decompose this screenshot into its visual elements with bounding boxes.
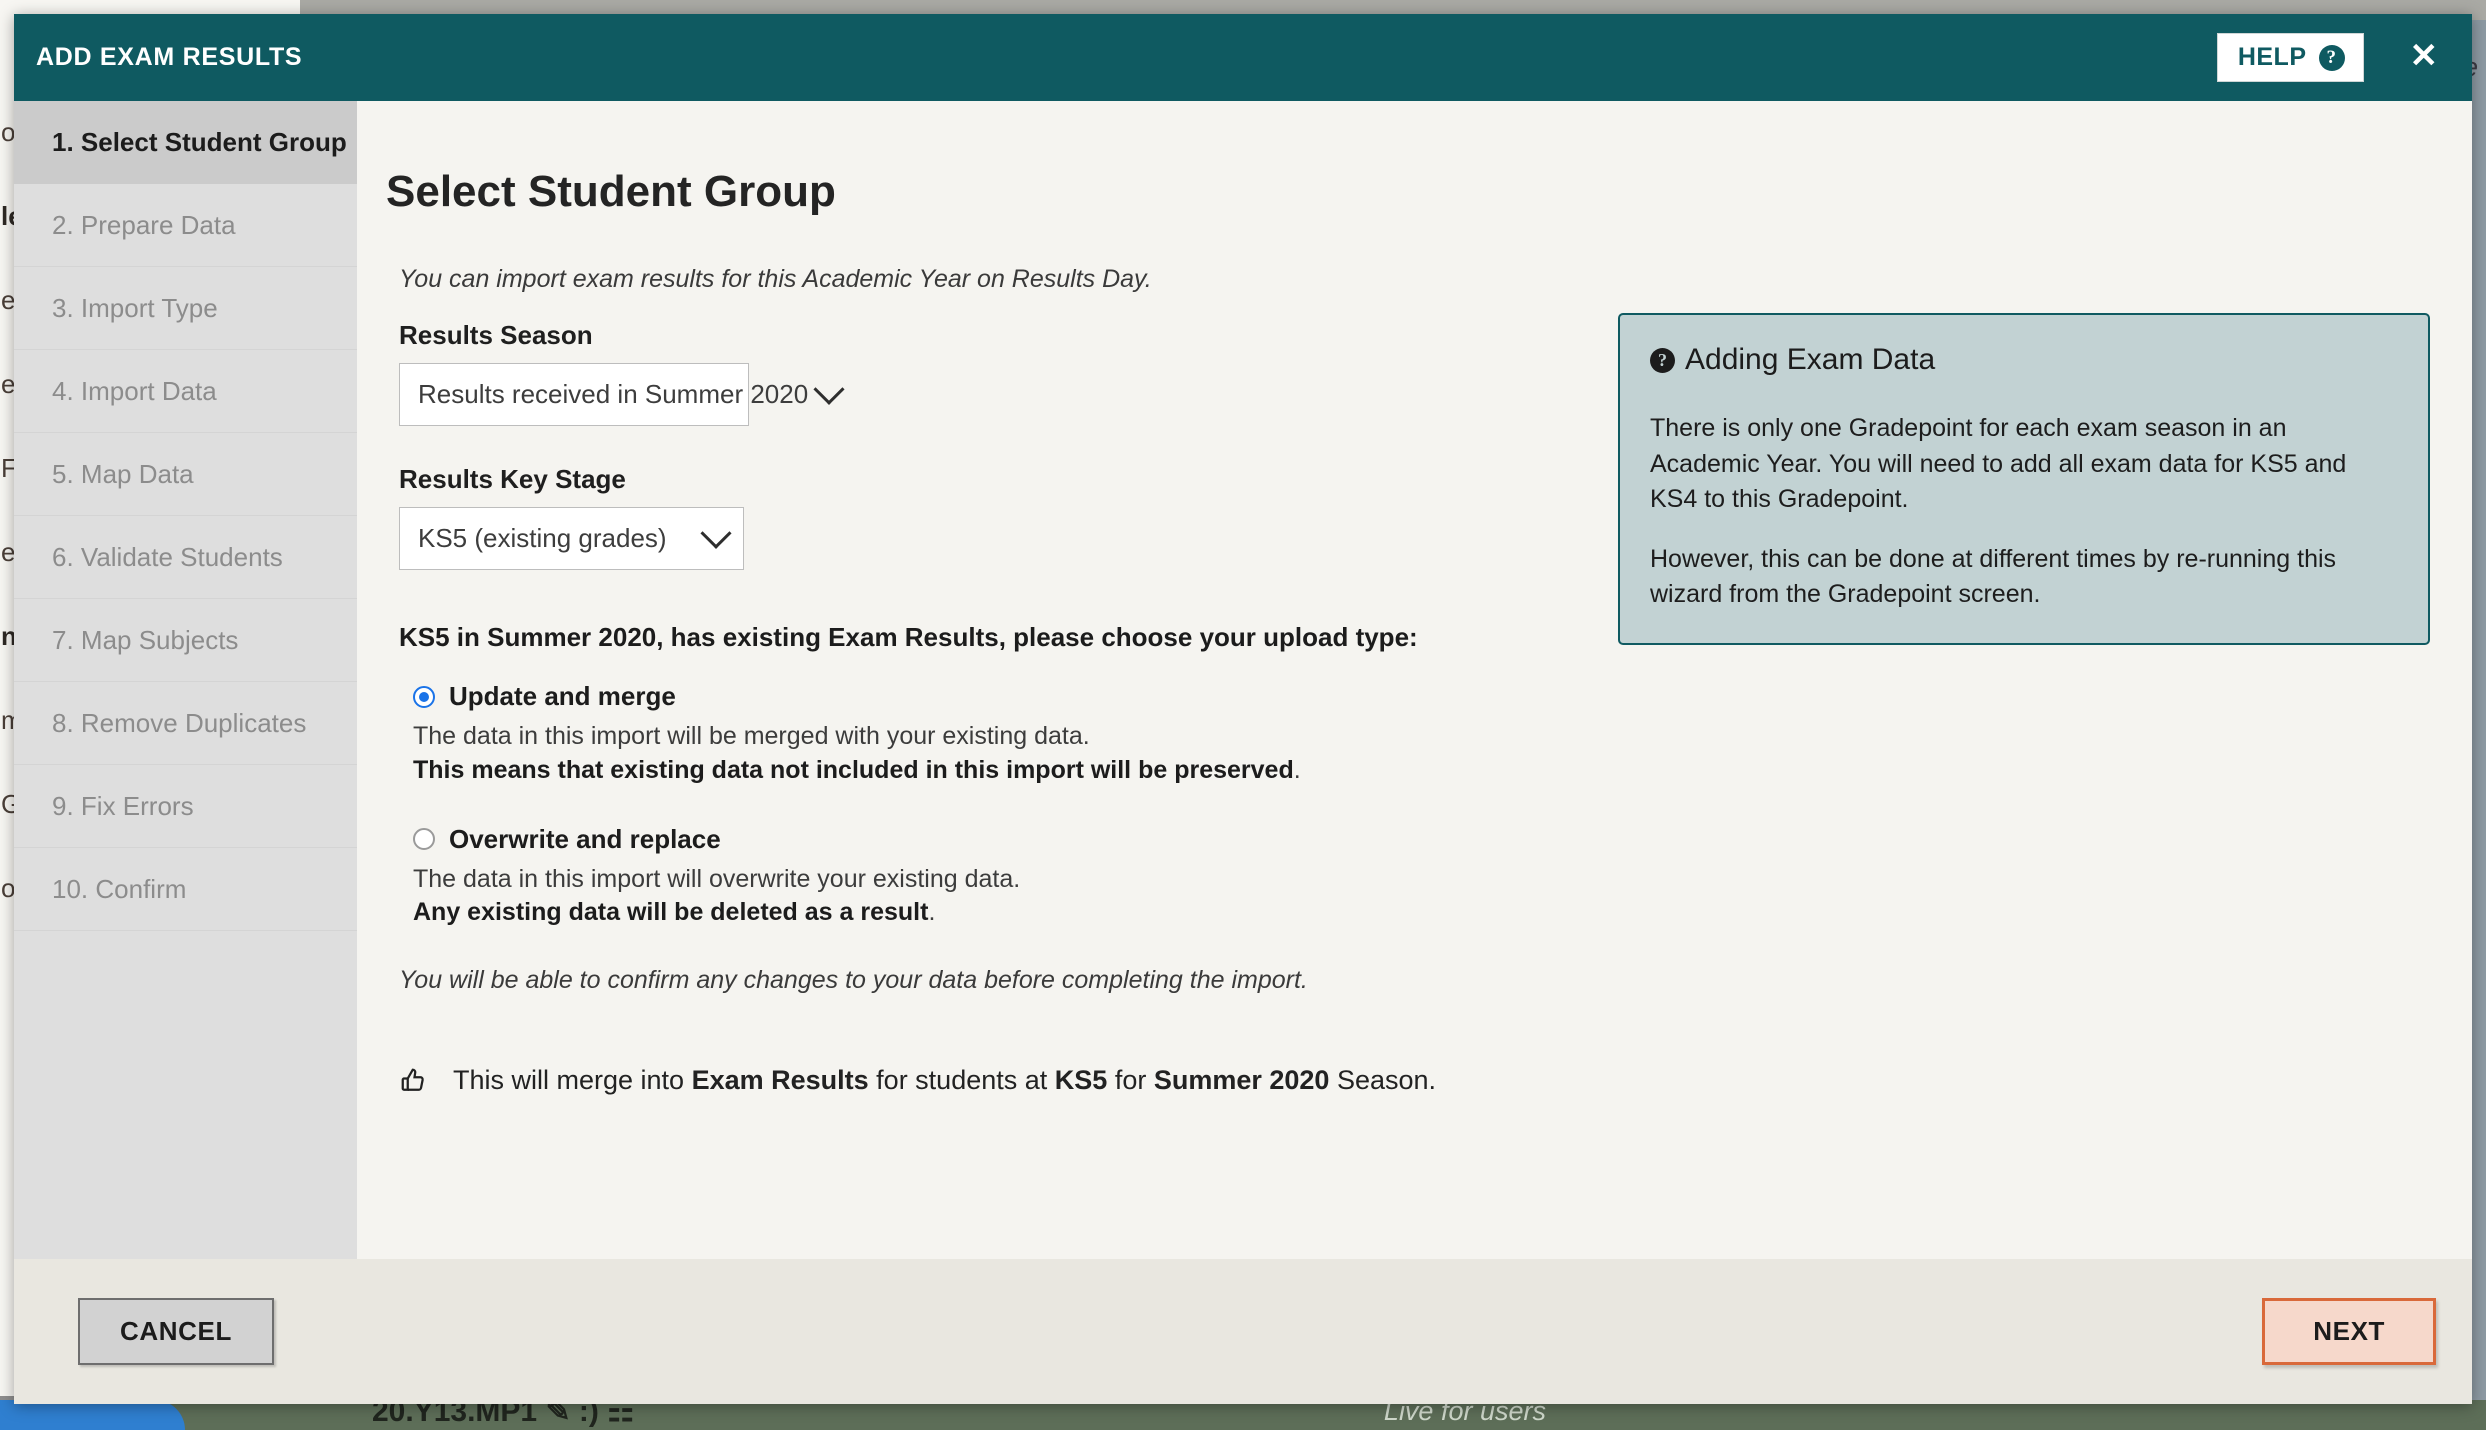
sidebar-step-label: 1. Select Student Group	[52, 126, 347, 157]
background-bottom-bar: 20.Y13.MP1 ✎ :) ☷ Live for users	[0, 1395, 2486, 1430]
upload-option-description-normal: The data in this import will overwrite y…	[413, 864, 1021, 893]
upload-option-description-tail: .	[1293, 755, 1301, 784]
radio-overwrite-and-replace-label[interactable]: Overwrite and replace	[449, 824, 721, 855]
next-button[interactable]: NEXT	[2262, 1298, 2436, 1365]
help-button-label: HELP	[2237, 43, 2307, 71]
merge-summary-bold3: Summer 2020	[1153, 1065, 1330, 1095]
modal-title: ADD EXAM RESULTS	[36, 43, 303, 71]
radio-overwrite-and-replace[interactable]	[413, 828, 435, 850]
merge-summary-text: This will merge into Exam Results for st…	[453, 1065, 1436, 1096]
intro-note: You can import exam results for this Aca…	[399, 265, 1152, 293]
sidebar-step-label: 6. Validate Students	[52, 541, 283, 572]
sidebar-step-6[interactable]: 6. Validate Students	[14, 516, 357, 599]
sidebar-step-label: 4. Import Data	[52, 375, 217, 406]
sidebar-step-label: 5. Map Data	[52, 458, 194, 489]
sidebar-step-4[interactable]: 4. Import Data	[14, 350, 357, 433]
info-panel-title: ? Adding Exam Data	[1650, 343, 2398, 377]
results-key-stage-label: Results Key Stage	[399, 464, 626, 494]
confirm-note: You will be able to confirm any changes …	[399, 966, 1308, 994]
results-season-select[interactable]: Results received in Summer 2020	[399, 363, 845, 426]
merge-summary-part4: Season.	[1329, 1065, 1437, 1095]
upload-option-description-tail: .	[928, 898, 936, 927]
sidebar-step-7[interactable]: 7. Map Subjects	[14, 599, 357, 682]
thumbs-up-icon	[401, 1068, 424, 1091]
upload-option-description-bold: Any existing data will be deleted as a r…	[413, 898, 929, 927]
radio-update-and-merge-label[interactable]: Update and merge	[449, 681, 676, 712]
sidebar-step-label: 8. Remove Duplicates	[52, 707, 307, 738]
merge-summary-part1: This will merge into	[453, 1065, 692, 1095]
sidebar-step-label: 9. Fix Errors	[52, 790, 194, 821]
info-panel-paragraph-2: However, this can be done at different t…	[1650, 544, 2337, 609]
close-icon[interactable]: ✕	[2394, 39, 2455, 77]
modal-footer: CANCEL NEXT	[14, 1259, 2472, 1404]
add-exam-results-modal: ADD EXAM RESULTS HELP ? ✕ 1. Select Stud…	[14, 14, 2472, 1404]
page-title: Select Student Group	[386, 167, 836, 216]
info-panel-paragraph-1: There is only one Gradepoint for each ex…	[1650, 414, 2347, 513]
sidebar-step-10[interactable]: 10. Confirm	[14, 848, 357, 931]
sidebar-step-label: 2. Prepare Data	[52, 209, 236, 240]
background-bottom-accent	[0, 1400, 185, 1430]
merge-summary-bold2: KS5	[1054, 1065, 1108, 1095]
main-content-pane: Select Student Group You can import exam…	[357, 101, 2472, 1259]
results-key-stage-value: KS5 (existing grades)	[418, 523, 667, 553]
merge-summary-part3: for	[1107, 1065, 1154, 1095]
sidebar-step-1[interactable]: 1. Select Student Group	[14, 101, 357, 184]
radio-update-and-merge[interactable]	[413, 685, 435, 708]
upload-option-row[interactable]: Update and merge	[399, 681, 1579, 712]
results-season-label: Results Season	[399, 320, 593, 350]
results-season-value: Results received in Summer 2020	[418, 379, 809, 409]
sidebar-step-5[interactable]: 5. Map Data	[14, 433, 357, 516]
question-circle-icon: ?	[2318, 44, 2345, 71]
upload-type-question: KS5 in Summer 2020, has existing Exam Re…	[399, 622, 1418, 652]
modal-header: ADD EXAM RESULTS HELP ? ✕	[14, 14, 2472, 101]
chevron-down-icon	[700, 517, 732, 549]
sidebar-step-9[interactable]: 9. Fix Errors	[14, 765, 357, 848]
results-key-stage-select[interactable]: KS5 (existing grades)	[399, 507, 744, 570]
upload-option-description-bold: This means that existing data not includ…	[413, 755, 1294, 784]
wizard-steps-sidebar: 1. Select Student Group 2. Prepare Data …	[14, 101, 357, 1259]
sidebar-step-8[interactable]: 8. Remove Duplicates	[14, 682, 357, 765]
merge-summary-part2: for students at	[868, 1065, 1055, 1095]
upload-option-description: The data in this import will be merged w…	[413, 720, 1579, 788]
sidebar-step-2[interactable]: 2. Prepare Data	[14, 184, 357, 267]
chevron-down-icon	[813, 373, 845, 405]
merge-summary: This will merge into Exam Results for st…	[399, 1065, 1579, 1096]
help-button[interactable]: HELP ?	[2216, 33, 2364, 82]
modal-header-actions: HELP ? ✕	[2216, 33, 2455, 82]
cancel-button[interactable]: CANCEL	[78, 1298, 274, 1365]
upload-option-overwrite-replace: Overwrite and replace The data in this i…	[399, 824, 1579, 931]
upload-option-description: The data in this import will overwrite y…	[413, 863, 1579, 931]
sidebar-step-3[interactable]: 3. Import Type	[14, 267, 357, 350]
form-column: You can import exam results for this Aca…	[399, 265, 1579, 1096]
info-panel: ? Adding Exam Data There is only one Gra…	[1618, 313, 2430, 645]
info-panel-title-text: Adding Exam Data	[1685, 343, 1936, 376]
upload-option-row[interactable]: Overwrite and replace	[399, 824, 1579, 855]
sidebar-step-label: 10. Confirm	[52, 873, 187, 904]
sidebar-step-label: 3. Import Type	[52, 292, 218, 323]
modal-body: 1. Select Student Group 2. Prepare Data …	[14, 101, 2472, 1259]
merge-summary-bold1: Exam Results	[691, 1065, 869, 1095]
upload-option-update-merge: Update and merge The data in this import…	[399, 681, 1579, 788]
sidebar-step-label: 7. Map Subjects	[52, 624, 239, 655]
upload-option-description-normal: The data in this import will be merged w…	[413, 722, 1090, 750]
question-circle-icon: ?	[1650, 347, 1675, 373]
